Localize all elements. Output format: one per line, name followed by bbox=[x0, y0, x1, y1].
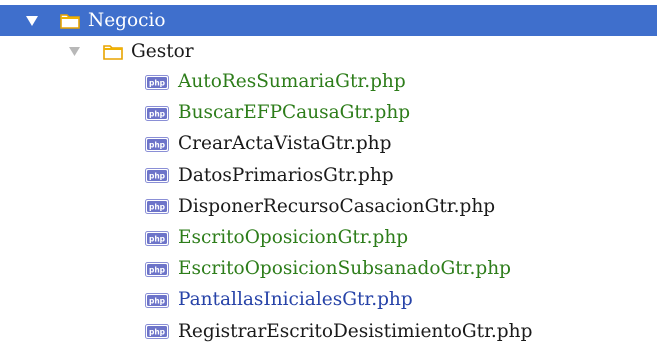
tree-file-item[interactable]: php AutoResSumariaGtr.php bbox=[0, 66, 657, 97]
svg-text:php: php bbox=[149, 296, 166, 305]
file-name-label: DatosPrimariosGtr.php bbox=[178, 164, 394, 186]
tree-file-item[interactable]: php EscritoOposicionSubsanadoGtr.php bbox=[0, 253, 657, 284]
tree-node-label: Gestor bbox=[131, 41, 194, 62]
php-file-icon: php bbox=[145, 198, 171, 215]
svg-text:php: php bbox=[149, 172, 166, 181]
tree-file-item[interactable]: php CrearActaVistaGtr.php bbox=[0, 128, 657, 159]
svg-text:php: php bbox=[149, 265, 166, 274]
tree-file-item[interactable]: php DisponerRecursoCasacionGtr.php bbox=[0, 191, 657, 222]
svg-text:php: php bbox=[149, 234, 166, 243]
php-file-icon: php bbox=[145, 136, 171, 152]
svg-text:php: php bbox=[149, 109, 166, 118]
file-name-label: BuscarEFPCausaGtr.php bbox=[178, 102, 411, 124]
folder-icon bbox=[103, 44, 123, 60]
expand-toggle-icon[interactable] bbox=[25, 14, 39, 28]
tree-node-negocio[interactable]: Negocio bbox=[0, 5, 657, 36]
php-file-icon: php bbox=[145, 230, 171, 246]
folder-icon bbox=[60, 13, 80, 29]
php-file-icon: php bbox=[145, 74, 171, 90]
php-file-icon: php bbox=[145, 167, 171, 184]
php-file-icon: php bbox=[145, 323, 171, 340]
file-name-label: AutoResSumariaGtr.php bbox=[178, 71, 406, 92]
php-file-icon: php bbox=[145, 261, 171, 277]
tree-file-item[interactable]: php BuscarEFPCausaGtr.php bbox=[0, 97, 657, 128]
expand-toggle-icon[interactable] bbox=[67, 45, 81, 59]
tree-node-label: Negocio bbox=[88, 10, 166, 31]
svg-text:php: php bbox=[149, 203, 166, 212]
tree-file-item[interactable]: php DatosPrimariosGtr.php bbox=[0, 160, 657, 191]
file-name-label: EscritoOposicionSubsanadoGtr.php bbox=[178, 258, 511, 280]
file-name-label: RegistrarEscritoDesistimientoGtr.php bbox=[178, 320, 533, 342]
svg-text:php: php bbox=[149, 140, 166, 149]
svg-text:php: php bbox=[149, 328, 166, 337]
file-name-label: EscritoOposicionGtr.php bbox=[178, 227, 409, 248]
tree-file-item[interactable]: php EscritoOposicionGtr.php bbox=[0, 222, 657, 253]
tree-node-gestor[interactable]: Gestor bbox=[0, 36, 657, 67]
tree-file-item[interactable]: php PantallasInicialesGtr.php bbox=[0, 284, 657, 315]
project-file-tree: Negocio Gestor php AutoResSumariaGtr.php p… bbox=[0, 0, 657, 360]
tree-file-item[interactable]: php RegistrarEscritoDesistimientoGtr.php bbox=[0, 316, 657, 347]
svg-text:php: php bbox=[149, 78, 166, 87]
file-name-label: DisponerRecursoCasacionGtr.php bbox=[178, 195, 496, 217]
php-file-icon: php bbox=[145, 292, 171, 308]
file-name-label: PantallasInicialesGtr.php bbox=[178, 289, 413, 311]
php-file-icon: php bbox=[145, 105, 171, 121]
file-name-label: CrearActaVistaGtr.php bbox=[178, 133, 392, 155]
